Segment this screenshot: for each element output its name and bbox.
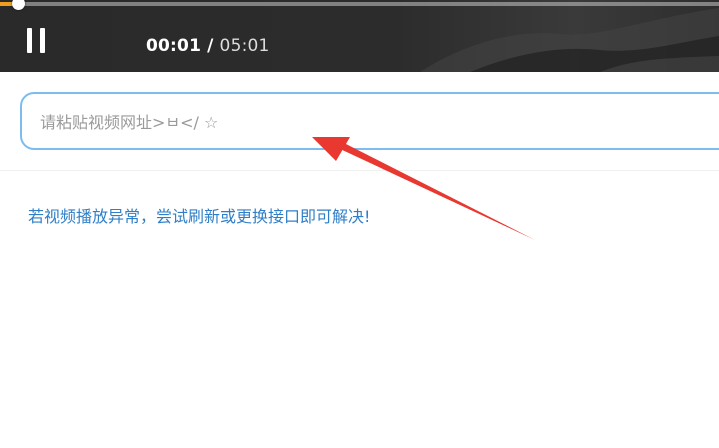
progress-bar[interactable] [0,0,719,10]
url-input-box[interactable] [20,92,719,150]
time-display: 00:01/05:01 [146,36,270,56]
time-separator: / [207,36,214,56]
pause-icon [27,28,32,53]
video-url-input[interactable] [38,94,702,150]
pause-icon-bar [40,28,45,53]
current-time: 00:01 [146,36,202,56]
video-frame [0,0,719,72]
pause-button[interactable] [24,26,52,56]
page: 00:01/05:01 若视频播放异常，尝试刷新或更换接口即可解决! [0,0,719,448]
duration: 05:01 [219,36,270,56]
video-player[interactable]: 00:01/05:01 [0,0,719,72]
divider [0,170,719,171]
tip-text: 若视频播放异常，尝试刷新或更换接口即可解决! [28,207,371,226]
